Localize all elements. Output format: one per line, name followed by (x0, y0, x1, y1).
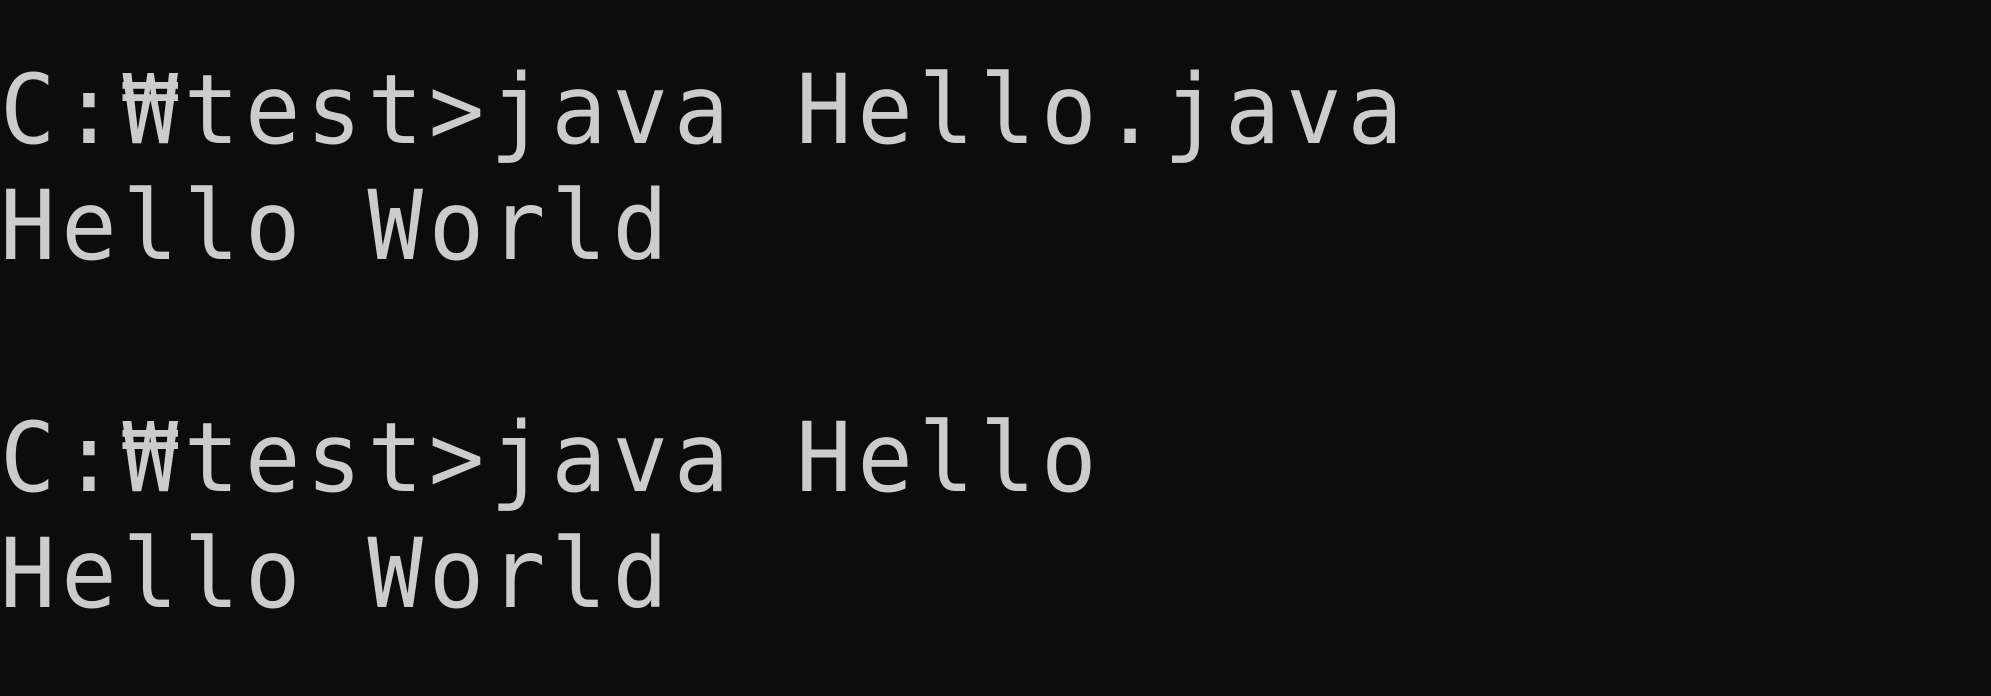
terminal-output-line: Hello World (0, 518, 674, 630)
terminal-window[interactable]: C:₩test>java Hello.java Hello World C:₩t… (0, 0, 1991, 696)
terminal-command-line: C:₩test>java Hello (0, 402, 1103, 514)
terminal-command-line: C:₩test>java Hello.java (0, 54, 1409, 166)
terminal-output-line: Hello World (0, 170, 674, 282)
